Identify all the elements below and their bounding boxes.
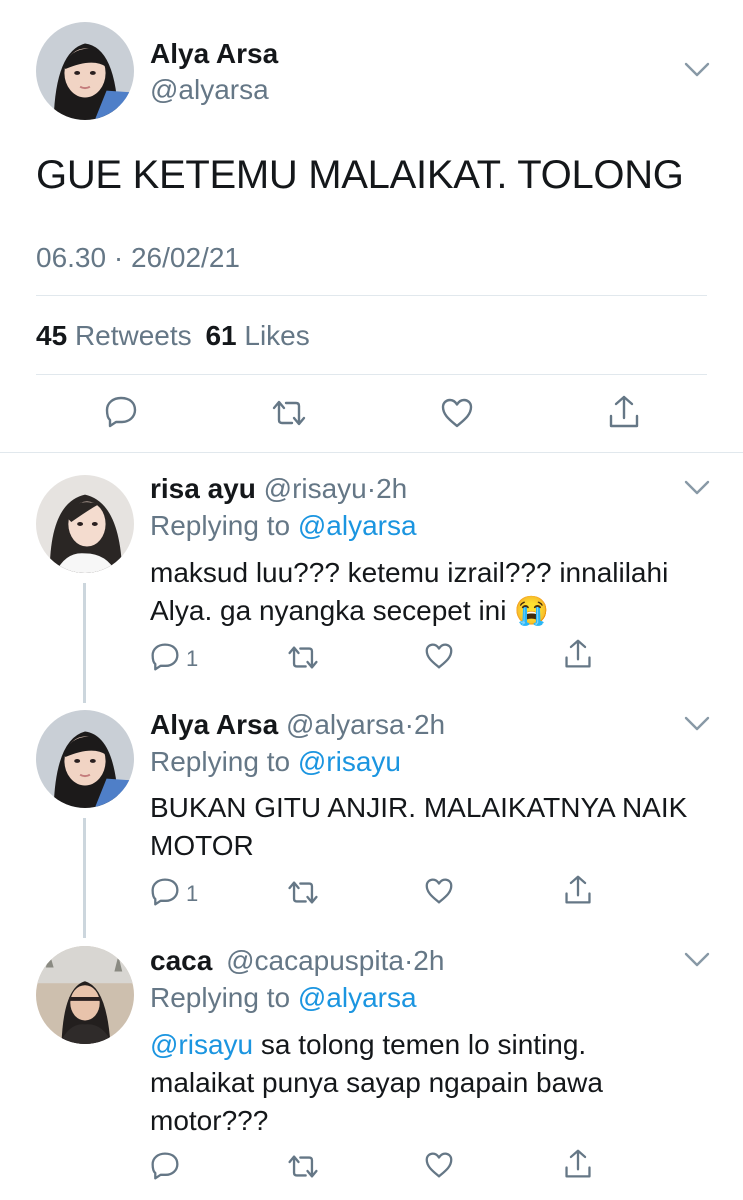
share-icon[interactable] [563, 638, 593, 670]
reply-count: 1 [186, 646, 199, 671]
like-icon[interactable] [424, 642, 454, 670]
reply-header: caca @cacapuspita·2h [150, 945, 444, 977]
chevron-down-icon[interactable] [684, 716, 710, 732]
tweet-separator: · [113, 242, 124, 273]
replying-to: Replying to @alyarsa [150, 982, 417, 1014]
reply-author-handle[interactable]: @alyarsa [286, 709, 405, 740]
retweets-count: 45 [36, 320, 68, 351]
reply-author-name[interactable]: caca [150, 945, 212, 976]
reply-author-handle[interactable]: @risayu [264, 473, 367, 504]
reply-icon[interactable] [104, 395, 138, 429]
reply-avatar[interactable] [36, 710, 134, 808]
tweet-date: 26/02/21 [130, 242, 240, 273]
replying-to: Replying to @risayu [150, 746, 401, 778]
retweets-label: Retweets [74, 320, 192, 351]
replying-to: Replying to @alyarsa [150, 510, 417, 542]
retweet-icon[interactable] [270, 398, 308, 428]
reply-header: risa ayu @risayu·2h [150, 473, 407, 505]
main-author-name[interactable]: Alya Arsa [150, 38, 278, 70]
main-tweet-timestamp[interactable]: 06.30 · 26/02/21 [36, 242, 240, 274]
crying-emoji: 😭 [514, 595, 550, 626]
reply-text-line: Alya. ga nyangka secepet ini 😭 [150, 595, 550, 626]
reply-icon[interactable] [150, 642, 180, 672]
reply-text-line: maksud luu??? ketemu izrail??? innalilah… [150, 557, 669, 588]
retweet-icon[interactable] [286, 879, 320, 906]
reply-text-line: motor??? [150, 1105, 269, 1136]
replying-to-prefix: Replying to [150, 982, 291, 1013]
main-author-avatar[interactable] [36, 22, 134, 120]
divider [36, 374, 707, 375]
reply-avatar[interactable] [36, 946, 134, 1044]
chevron-down-icon[interactable] [684, 62, 710, 78]
reply-icon[interactable] [150, 1151, 180, 1181]
reply-time[interactable]: 2h [376, 473, 407, 504]
main-author-handle[interactable]: @alyarsa [150, 74, 269, 106]
like-icon[interactable] [440, 397, 474, 429]
reply-text-line: MOTOR [150, 830, 254, 861]
reply-count: 1 [186, 881, 199, 906]
reply-mention-link[interactable]: @risayu [150, 1029, 253, 1060]
reply-icon[interactable] [150, 877, 180, 907]
replying-to-mention[interactable]: @risayu [298, 746, 401, 777]
reply-time[interactable]: 2h [414, 709, 445, 740]
replying-to-mention[interactable]: @alyarsa [298, 510, 417, 541]
reply-text: @risayu sa tolong temen lo sinting. mala… [150, 1026, 603, 1140]
reply-dot: · [366, 473, 377, 504]
likes-label: Likes [244, 320, 310, 351]
reply-author-handle[interactable]: @cacapuspita [226, 945, 404, 976]
section-divider [0, 452, 743, 453]
main-tweet-text: GUE KETEMU MALAIKAT. TOLONG [36, 153, 684, 197]
likes-stat[interactable]: 61 Likes [205, 320, 309, 351]
engagement-stats: 45 Retweets 61 Likes [36, 320, 310, 352]
reply-dot: · [404, 709, 414, 740]
share-icon[interactable] [563, 1148, 593, 1180]
share-icon[interactable] [607, 394, 641, 430]
replying-to-prefix: Replying to [150, 510, 291, 541]
reply-text: BUKAN GITU ANJIR. MALAIKATNYA NAIK MOTOR [150, 789, 687, 865]
reply-time[interactable]: 2h [413, 945, 444, 976]
like-icon[interactable] [424, 1151, 454, 1179]
reply-author-name[interactable]: Alya Arsa [150, 709, 278, 740]
tweet-time: 06.30 [36, 242, 107, 273]
retweets-stat[interactable]: 45 Retweets [36, 320, 199, 351]
chevron-down-icon[interactable] [684, 952, 710, 968]
replying-to-prefix: Replying to [150, 746, 291, 777]
reply-header: Alya Arsa @alyarsa·2h [150, 709, 445, 741]
divider [36, 295, 707, 296]
reply-dot: · [403, 945, 414, 976]
replying-to-mention[interactable]: @alyarsa [298, 982, 417, 1013]
thread-line [83, 583, 86, 703]
retweet-icon[interactable] [286, 1153, 320, 1180]
reply-text-line: BUKAN GITU ANJIR. MALAIKATNYA NAIK [150, 792, 688, 823]
reply-text-line: malaikat punya sayap ngapain bawa [150, 1067, 603, 1098]
retweet-icon[interactable] [286, 644, 320, 671]
chevron-down-icon[interactable] [684, 480, 710, 496]
reply-author-name[interactable]: risa ayu [150, 473, 256, 504]
reply-text-line: @risayu sa tolong temen lo sinting. [150, 1029, 587, 1060]
thread-line [83, 818, 86, 938]
reply-text: maksud luu??? ketemu izrail??? innalilah… [150, 554, 668, 630]
likes-count: 61 [205, 320, 237, 351]
like-icon[interactable] [424, 877, 454, 905]
reply-avatar[interactable] [36, 475, 134, 573]
share-icon[interactable] [563, 874, 593, 906]
